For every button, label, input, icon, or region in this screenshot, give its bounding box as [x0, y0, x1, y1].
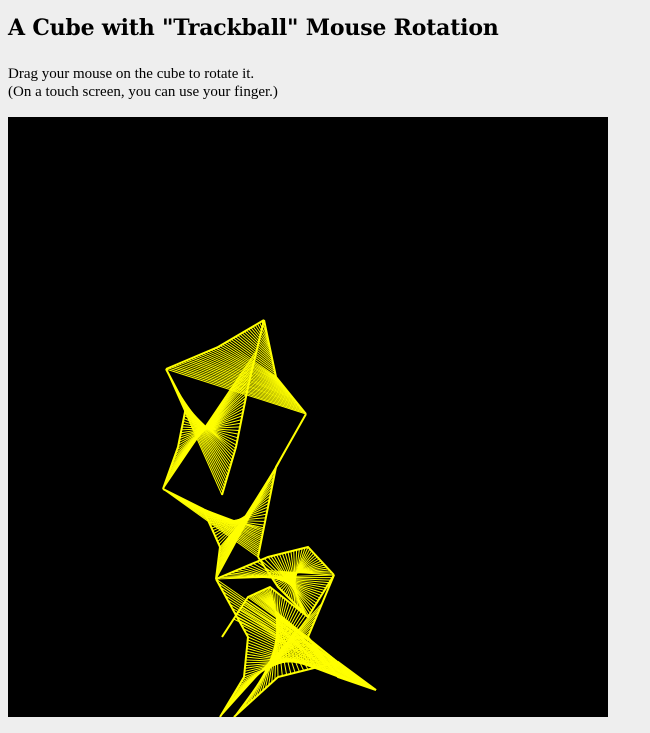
page: A Cube with "Trackball" Mouse Rotation D…	[0, 0, 650, 733]
instruction-touch: (On a touch screen, you can use your fin…	[8, 84, 278, 100]
page-title: A Cube with "Trackball" Mouse Rotation	[8, 15, 499, 41]
trackball-canvas[interactable]	[8, 117, 608, 717]
wire-edge	[162, 488, 222, 580]
wireframe-ribbons	[162, 319, 377, 717]
cube-render[interactable]	[8, 117, 608, 717]
instruction-drag: Drag your mouse on the cube to rotate it…	[8, 66, 255, 82]
